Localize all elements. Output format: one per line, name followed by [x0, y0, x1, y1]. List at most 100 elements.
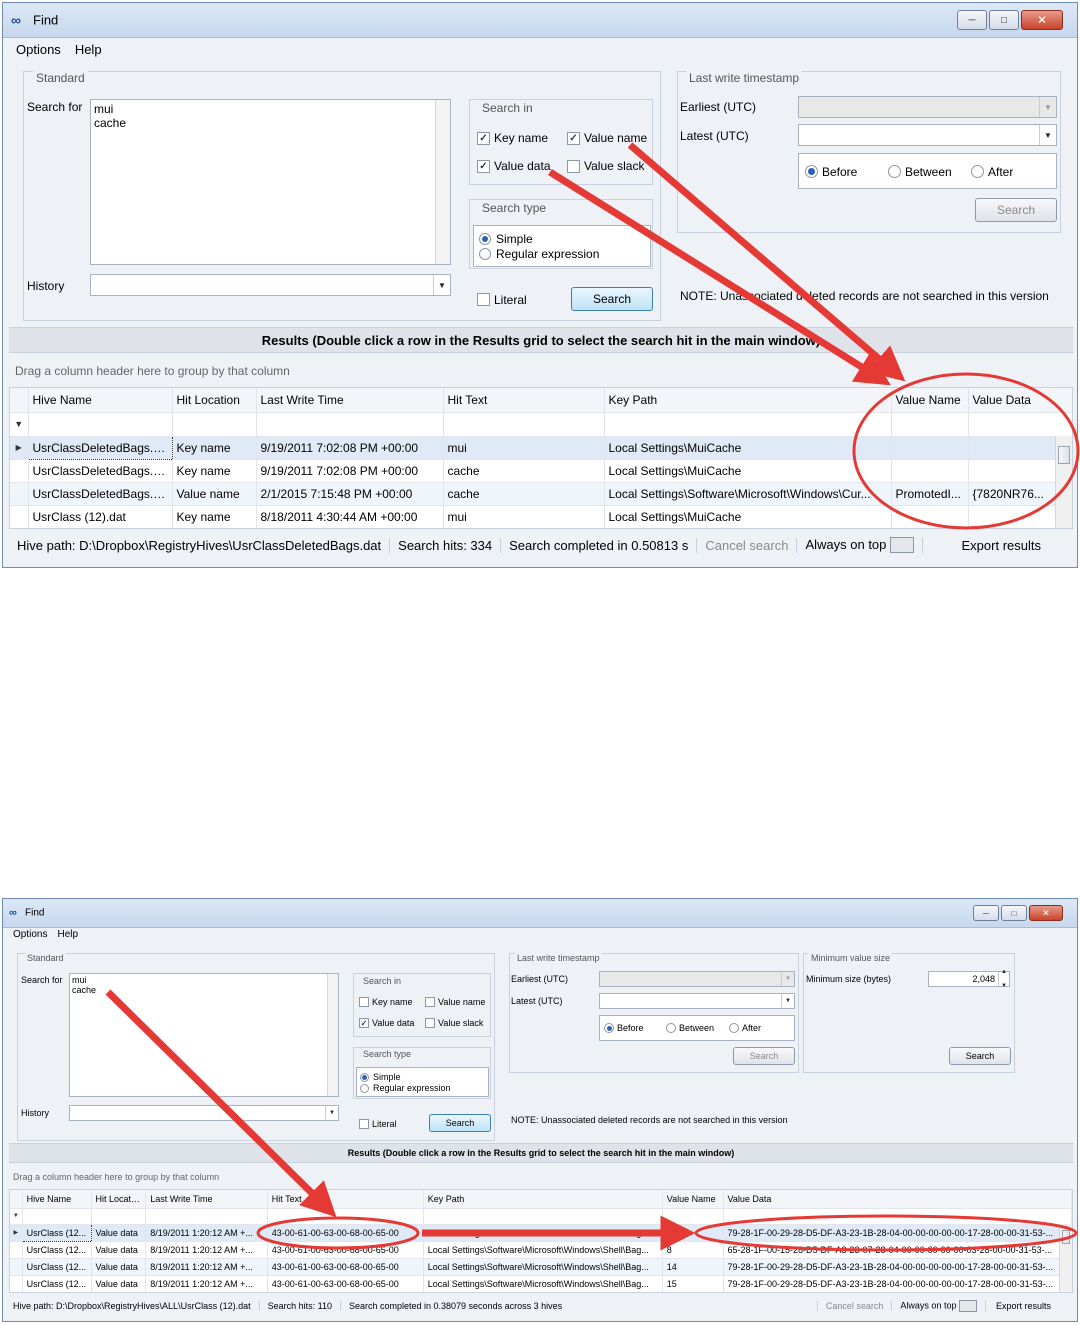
results-grid: Hive Name Hit Location Last Write Time H… — [9, 1189, 1073, 1293]
value-name-checkbox[interactable]: ✓ — [567, 132, 580, 145]
table-row[interactable]: UsrClass (12).dat Key name 8/18/2011 4:3… — [10, 505, 1072, 528]
textarea-scrollbar[interactable] — [327, 974, 338, 1096]
menu-options[interactable]: Options — [16, 39, 61, 61]
after-label: After — [988, 165, 1014, 179]
minimize-icon[interactable]: ─ — [973, 905, 999, 921]
col-value-name[interactable]: Value Name — [662, 1190, 724, 1209]
min-size-stepper[interactable]: 2,048 ▲ ▼ — [928, 969, 1010, 989]
col-key-path[interactable]: Key Path — [604, 388, 892, 413]
stepper-arrows-icon[interactable]: ▲ ▼ — [998, 969, 1009, 989]
status-hits: Search hits: 110 — [260, 1301, 341, 1311]
col-last-write-time[interactable]: Last Write Time — [145, 1190, 268, 1209]
table-row[interactable]: UsrClass (12... Value data 8/19/2011 1:2… — [10, 1258, 1072, 1276]
chevron-down-icon[interactable]: ▼ — [433, 275, 450, 295]
col-last-write-time[interactable]: Last Write Time — [256, 388, 444, 413]
regex-radio[interactable] — [479, 248, 491, 260]
before-radio[interactable] — [805, 165, 818, 178]
col-value-data[interactable]: Value Data — [723, 1190, 1072, 1209]
title-bar[interactable]: ∞ Find ─ □ ✕ — [3, 3, 1077, 38]
search-type-label: Search type — [361, 1049, 414, 1059]
minimize-icon[interactable]: ─ — [957, 10, 987, 30]
table-row[interactable]: ▶ UsrClassDeletedBags.dat Key name 9/19/… — [10, 435, 1072, 460]
filter-row[interactable]: ▼ — [10, 412, 1072, 437]
value-name-checkbox[interactable] — [425, 997, 435, 1007]
col-hit-text[interactable]: Hit Text — [267, 1190, 424, 1209]
value-name-label: Value name — [438, 997, 486, 1007]
value-slack-checkbox[interactable] — [425, 1018, 435, 1028]
latest-dropdown[interactable]: ▼ — [599, 993, 795, 1009]
min-size-search-button[interactable]: Search — [949, 1047, 1011, 1065]
table-row[interactable]: UsrClass (12... Value data 8/19/2011 1:2… — [10, 1241, 1072, 1259]
table-row[interactable]: UsrClassDeletedBags.dat Value name 2/1/2… — [10, 482, 1072, 506]
col-key-path[interactable]: Key Path — [423, 1190, 663, 1209]
search-terms-textarea[interactable]: mui cache — [69, 973, 339, 1097]
col-hive-name[interactable]: Hive Name — [28, 388, 173, 413]
chevron-down-icon[interactable]: ▼ — [781, 972, 794, 986]
status-hive-path: Hive path: D:\Dropbox\RegistryHives\ALL\… — [3, 1301, 260, 1311]
col-hive-name[interactable]: Hive Name — [22, 1190, 92, 1209]
cancel-search-button[interactable]: Cancel search — [697, 537, 798, 553]
search-for-label: Search for — [27, 100, 83, 114]
latest-dropdown[interactable]: ▼ — [798, 124, 1057, 146]
key-name-checkbox[interactable] — [359, 997, 369, 1007]
before-radio[interactable] — [604, 1023, 614, 1033]
between-radio[interactable] — [666, 1023, 676, 1033]
export-results-button[interactable]: Export results — [962, 538, 1077, 553]
col-value-data[interactable]: Value Data — [968, 388, 1072, 413]
before-label: Before — [617, 1023, 644, 1033]
literal-checkbox[interactable] — [359, 1119, 369, 1129]
search-button[interactable]: Search — [571, 287, 653, 311]
literal-checkbox[interactable] — [477, 293, 490, 306]
history-dropdown[interactable]: ▼ — [90, 274, 451, 296]
search-button[interactable]: Search — [429, 1114, 491, 1132]
close-icon[interactable]: ✕ — [1021, 10, 1063, 30]
title-bar[interactable]: ∞ Find ─ □ ✕ — [3, 899, 1077, 928]
results-header: Results (Double click a row in the Resul… — [9, 1143, 1073, 1163]
maximize-icon[interactable]: □ — [1001, 905, 1027, 921]
table-row[interactable]: UsrClass (12... Value data 8/19/2011 1:2… — [10, 1275, 1072, 1292]
timestamp-search-button[interactable]: Search — [975, 198, 1057, 222]
always-on-top[interactable]: Always on top — [892, 1300, 986, 1312]
textarea-scrollbar[interactable] — [435, 100, 450, 264]
col-hit-location[interactable]: Hit Location — [91, 1190, 147, 1209]
always-on-top[interactable]: Always on top — [797, 536, 924, 554]
col-hit-location[interactable]: Hit Location — [172, 388, 257, 413]
simple-radio[interactable] — [479, 233, 491, 245]
search-terms-textarea[interactable]: mui cache — [90, 99, 451, 265]
table-row[interactable]: ▶ UsrClass (12... Value data 8/19/2011 1… — [10, 1223, 1072, 1242]
menu-options[interactable]: Options — [13, 927, 47, 943]
cancel-search-button[interactable]: Cancel search — [816, 1301, 893, 1311]
value-data-checkbox[interactable]: ✓ — [359, 1018, 369, 1028]
always-on-top-toggle[interactable] — [890, 537, 915, 554]
value-slack-checkbox[interactable] — [567, 160, 580, 173]
col-value-name[interactable]: Value Name — [891, 388, 969, 413]
close-icon[interactable]: ✕ — [1029, 905, 1063, 921]
value-data-checkbox[interactable]: ✓ — [477, 160, 490, 173]
key-name-checkbox[interactable]: ✓ — [477, 132, 490, 145]
between-radio[interactable] — [888, 165, 901, 178]
chevron-down-icon[interactable]: ▼ — [325, 1106, 338, 1120]
history-dropdown[interactable]: ▼ — [69, 1105, 339, 1121]
grid-scrollbar[interactable] — [1059, 1224, 1072, 1292]
simple-radio[interactable] — [360, 1073, 369, 1082]
export-results-button[interactable]: Export results — [986, 1301, 1077, 1311]
filter-row[interactable]: ▼ — [10, 1208, 1072, 1225]
maximize-icon[interactable]: □ — [989, 10, 1019, 30]
earliest-dropdown[interactable]: ▼ — [599, 971, 795, 987]
table-row[interactable]: UsrClassDeletedBags.dat Key name 9/19/20… — [10, 459, 1072, 483]
regex-label: Regular expression — [373, 1083, 451, 1093]
after-radio[interactable] — [729, 1023, 739, 1033]
chevron-down-icon[interactable]: ▼ — [1039, 97, 1056, 117]
col-hit-text[interactable]: Hit Text — [443, 388, 605, 413]
always-on-top-label: Always on top — [900, 1300, 957, 1311]
menu-help[interactable]: Help — [57, 927, 78, 943]
timestamp-search-button[interactable]: Search — [733, 1047, 795, 1065]
always-on-top-toggle[interactable] — [958, 1300, 977, 1312]
earliest-dropdown[interactable]: ▼ — [798, 96, 1057, 118]
after-radio[interactable] — [971, 165, 984, 178]
chevron-down-icon[interactable]: ▼ — [781, 994, 794, 1008]
chevron-down-icon[interactable]: ▼ — [1039, 125, 1056, 145]
grid-scrollbar[interactable] — [1055, 436, 1072, 528]
regex-radio[interactable] — [360, 1084, 369, 1093]
menu-help[interactable]: Help — [75, 39, 102, 61]
